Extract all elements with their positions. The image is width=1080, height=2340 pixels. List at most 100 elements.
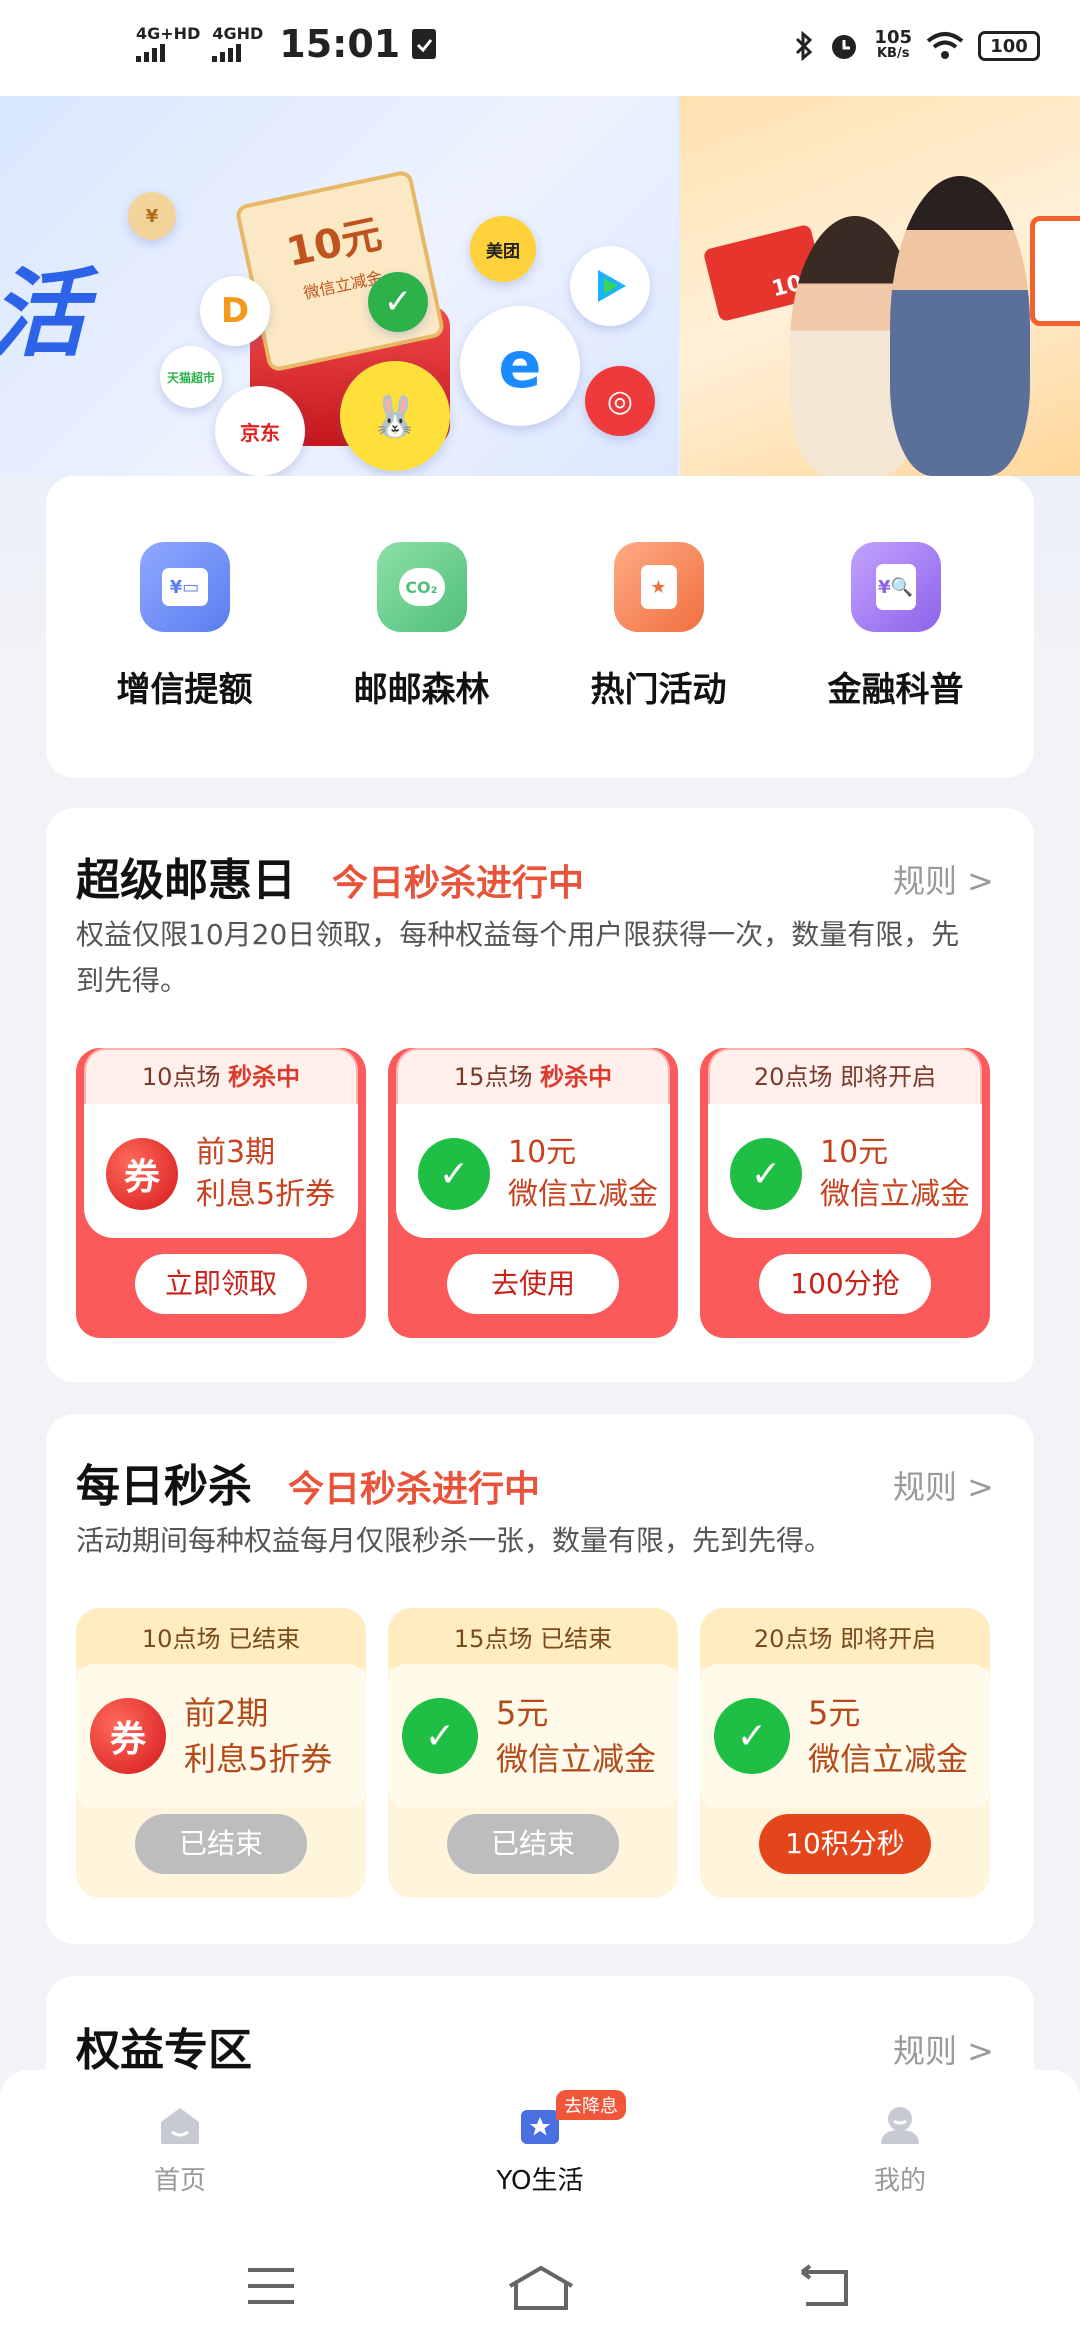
- daily-slot-10: 10点场 已结束 券 前2期利息5折券 已结束: [76, 1608, 366, 1898]
- nav-label: 首页: [153, 2166, 206, 2196]
- quick-item-label: 金融科普: [827, 670, 964, 710]
- yuan-document-search-icon: ¥🔍: [850, 542, 941, 632]
- reward-line2: 微信立减金: [508, 1177, 658, 1212]
- signal-bars-icon: [136, 44, 165, 62]
- nav-yo-life[interactable]: 去降息 YO生活: [440, 2090, 640, 2228]
- coupon-icon: 券: [90, 1698, 166, 1774]
- wechat-icon: ✓: [730, 1138, 802, 1210]
- section-tag: 今日秒杀进行中: [332, 863, 585, 904]
- rules-link[interactable]: 规则 >: [893, 1462, 994, 1508]
- meituan-label: 美团: [486, 241, 520, 262]
- star-bookmark-icon: ★: [613, 542, 704, 632]
- slot-session: 15点场: [453, 1625, 533, 1653]
- wechat-icon: ✓: [418, 1138, 490, 1210]
- check-icon: ✓: [368, 272, 428, 332]
- mascot-icon: 🐰: [340, 361, 450, 471]
- man-figure: [890, 176, 1030, 476]
- nav-mine[interactable]: 我的: [800, 2104, 1000, 2228]
- network-type-1: 4G+HD: [136, 24, 201, 43]
- slot-header: 20点场 即将开启: [708, 1048, 982, 1104]
- jd-label: 京东: [240, 420, 280, 445]
- reward-line1: 5元: [496, 1694, 549, 1732]
- quick-item-credit[interactable]: ¥▭ 增信提额: [85, 542, 285, 778]
- reward-line1: 10元: [820, 1135, 889, 1170]
- reward-line1: 5元: [808, 1694, 861, 1732]
- signal-sim1: 4G+HD: [136, 26, 200, 62]
- battery-icon: 100: [978, 31, 1040, 61]
- flash-slot-20: 20点场 即将开启 ✓ 10元 微信立减金 100分抢: [700, 1048, 990, 1338]
- slot-state: 秒杀中: [228, 1063, 301, 1091]
- eleme-icon: e: [460, 306, 580, 426]
- meituan-logo-icon: 美团: [470, 216, 536, 282]
- section-title: 超级邮惠日: [76, 855, 296, 906]
- slot-session: 10点场: [141, 1625, 221, 1653]
- flash-slot-15: 15点场 秒杀中 ✓ 10元 微信立减金 去使用: [388, 1048, 678, 1338]
- nav-label: YO生活: [496, 2166, 584, 2196]
- speed-unit: KB/s: [876, 46, 910, 61]
- status-bar: 4G+HD 4GHD 15:01 105 KB/s 100: [0, 0, 1080, 96]
- bluetooth-icon: [796, 31, 813, 61]
- reward-line2: 利息5折券: [184, 1740, 333, 1778]
- reward-line1: 前2期: [184, 1694, 269, 1732]
- wifi-icon: [926, 32, 964, 59]
- slot-header: 10点场 已结束: [76, 1608, 366, 1668]
- slot-state: 已结束: [228, 1625, 301, 1653]
- slot-session: 20点场: [753, 1063, 833, 1091]
- rules-link[interactable]: 规则 >: [893, 856, 994, 902]
- netease-music-icon: ◎: [585, 366, 655, 436]
- use-button[interactable]: 去使用: [447, 1254, 619, 1314]
- slot-session: 10点场: [141, 1063, 221, 1091]
- clock-time: 15:01: [279, 22, 401, 66]
- home-icon: [161, 2108, 199, 2144]
- section-title: 每日秒杀: [76, 1461, 252, 1512]
- points-grab-button[interactable]: 100分抢: [759, 1254, 931, 1314]
- daily-slot-20: 20点场 即将开启 ✓ 5元 微信立减金 10积分秒: [700, 1608, 990, 1898]
- speed-value: 105: [874, 27, 912, 48]
- section-tag: 今日秒杀进行中: [288, 1469, 541, 1510]
- section-desc: 活动期间每种权益每月仅限秒杀一张，数量有限，先到先得。: [76, 1524, 833, 1557]
- slot-header: 10点场 秒杀中: [84, 1048, 358, 1104]
- daily-slot-15: 15点场 已结束 ✓ 5元 微信立减金 已结束: [388, 1608, 678, 1898]
- points-flash-button[interactable]: 10积分秒: [759, 1814, 931, 1874]
- slot-state: 即将开启: [840, 1063, 937, 1091]
- bottom-nav: 首页 去降息 YO生活 我的: [0, 2070, 1080, 2228]
- nav-label: 我的: [873, 2166, 926, 2196]
- quick-item-label: 热门活动: [590, 670, 727, 710]
- reward-line2: 利息5折券: [196, 1177, 336, 1212]
- wallet-yuan-icon: ¥▭: [139, 542, 230, 632]
- home-gesture-icon[interactable]: [506, 2264, 576, 2312]
- alarm-icon: [832, 35, 857, 59]
- promo-banner-jd-card[interactable]: 100: [680, 96, 1080, 476]
- slot-session: 15点场: [453, 1063, 533, 1091]
- quick-menu: ¥▭ 增信提额 CO₂ 邮邮森林 ★ 热门活动 ¥🔍 金融科普: [46, 476, 1034, 778]
- quick-item-activities[interactable]: ★ 热门活动: [559, 542, 759, 778]
- section-desc: 权益仅限10月20日领取，每种权益每个用户限获得一次，数量有限，先到先得。: [76, 918, 960, 997]
- slot-header: 20点场 即将开启: [700, 1608, 990, 1668]
- nav-badge: 去降息: [556, 2090, 626, 2120]
- rules-link[interactable]: 规则 >: [893, 2026, 994, 2072]
- ended-button[interactable]: 已结束: [135, 1814, 307, 1874]
- network-type-2: 4GHD: [212, 24, 264, 43]
- menu-icon[interactable]: [244, 2264, 298, 2308]
- network-speed: 105 KB/s: [874, 27, 912, 62]
- claim-button[interactable]: 立即领取: [135, 1254, 307, 1314]
- quick-item-finance-edu[interactable]: ¥🔍 金融科普: [796, 542, 996, 778]
- quick-item-label: 邮邮森林: [353, 670, 490, 710]
- promo-banner-coupons[interactable]: 活 10元 微信立减金 美团 e ◎ D 天猫超市 京东 🐰 ✓ ¥: [0, 96, 678, 476]
- flash-slot-10: 10点场 秒杀中 券 前3期 利息5折券 立即领取: [76, 1048, 366, 1338]
- wechat-icon: ✓: [714, 1698, 790, 1774]
- quick-item-label: 增信提额: [116, 670, 253, 710]
- reward-line2: 微信立减金: [496, 1740, 657, 1778]
- slot-header: 15点场 秒杀中: [396, 1048, 670, 1104]
- banner-side-text: [1030, 216, 1080, 326]
- ended-button[interactable]: 已结束: [447, 1814, 619, 1874]
- clipboard-check-icon: [412, 29, 437, 59]
- reward-line1: 前3期: [196, 1135, 276, 1170]
- slot-state: 已结束: [540, 1625, 613, 1653]
- slot-session: 20点场: [753, 1625, 833, 1653]
- quick-item-forest[interactable]: CO₂ 邮邮森林: [322, 542, 522, 778]
- coin-icon: ¥: [128, 192, 176, 240]
- tencent-video-icon: [570, 246, 650, 326]
- back-icon[interactable]: [796, 2264, 852, 2308]
- nav-home[interactable]: 首页: [80, 2104, 280, 2228]
